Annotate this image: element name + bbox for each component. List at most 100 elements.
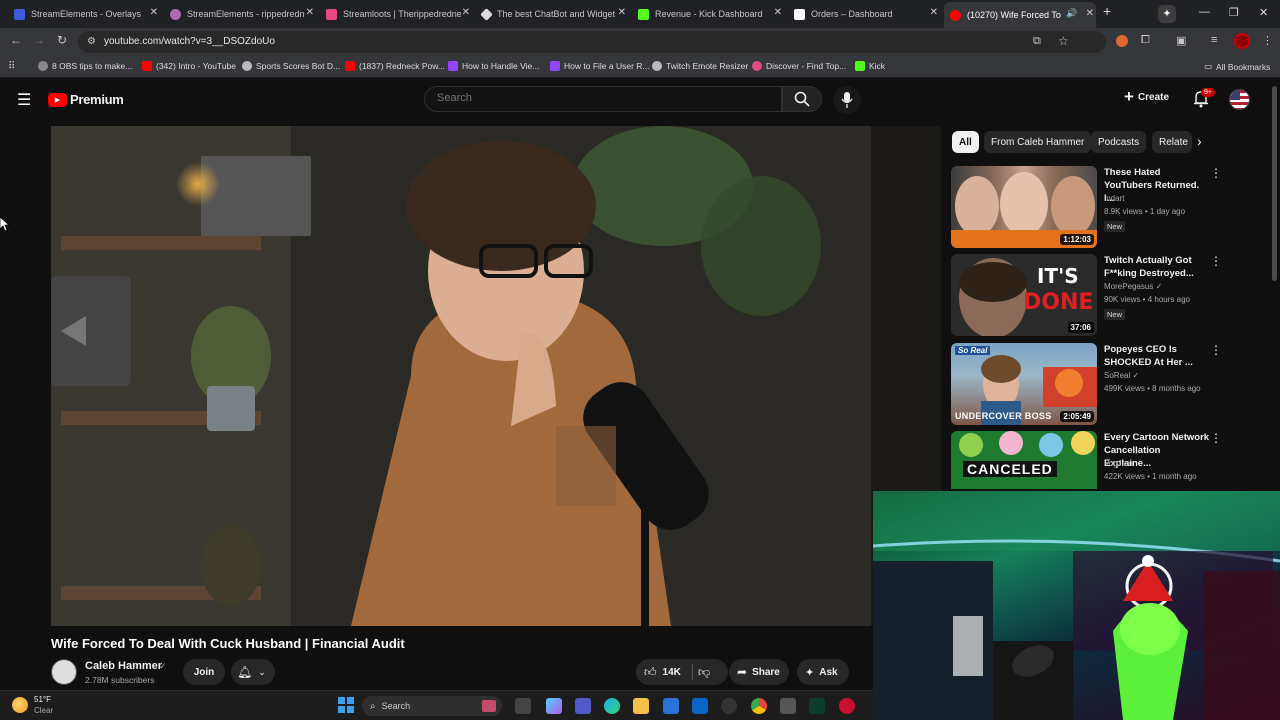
chip-related[interactable]: Relate (1152, 131, 1192, 153)
channel-name[interactable]: Caleb Hammer (85, 660, 162, 672)
bookmark-item[interactable]: Discover - Find Top... (752, 61, 846, 71)
speaker-icon[interactable]: 🔊 (1066, 8, 1077, 19)
chip-all[interactable]: All (952, 131, 979, 153)
share-button[interactable]: ➦ Share (729, 659, 789, 685)
new-tab-icon[interactable]: + (1103, 3, 1111, 19)
app-icon[interactable] (839, 698, 855, 714)
teams-icon[interactable] (575, 698, 591, 714)
recommendation-channel: VogJam (1104, 459, 1133, 468)
restore-icon[interactable]: ❐ (1229, 6, 1239, 19)
close-icon[interactable]: ✕ (774, 7, 782, 18)
back-icon[interactable]: ← (10, 33, 22, 47)
recommendation-item[interactable]: IT'S DONE 37:06 Twitch Actually Got F**k… (951, 254, 1271, 338)
apps-grid-icon[interactable]: ⠿ (8, 61, 15, 72)
gemini-icon[interactable]: ✦ (1158, 5, 1176, 23)
app-icon[interactable] (780, 698, 796, 714)
task-view-icon[interactable] (515, 698, 531, 714)
search-button[interactable] (782, 86, 822, 112)
store-icon[interactable] (663, 698, 679, 714)
browser-tab[interactable]: Revenue - Kick Dashboard ✕ (632, 4, 784, 24)
video-thumbnail[interactable]: So Real UNDERCOVER BOSS 2:05:49 (951, 343, 1097, 425)
browser-tab[interactable]: Orders – Dashboard ✕ (788, 4, 940, 24)
search-input[interactable] (424, 86, 782, 112)
close-icon[interactable]: ✕ (150, 7, 158, 18)
reload-icon[interactable]: ↻ (57, 33, 67, 47)
chrome-icon[interactable] (751, 698, 767, 714)
bookmark-star-icon[interactable]: ☆ (1058, 34, 1069, 48)
recommendation-item[interactable]: 1:12:03 These Hated YouTubers Returned. … (951, 166, 1271, 250)
media-controls-icon[interactable]: ≡ (1211, 34, 1217, 46)
extensions-puzzle-icon[interactable]: ⧠ (1141, 34, 1150, 47)
more-options-icon[interactable]: ⋮ (1210, 166, 1222, 180)
windows-start-icon[interactable] (338, 697, 354, 713)
close-icon[interactable]: ✕ (930, 7, 938, 18)
chip-from-channel[interactable]: From Caleb Hammer (984, 131, 1092, 153)
hamburger-menu-icon[interactable]: ☰ (17, 90, 31, 110)
youtube-logo[interactable]: ▶ Premium (48, 92, 124, 107)
profile-avatar[interactable] (1234, 33, 1250, 49)
close-icon[interactable]: ✕ (618, 7, 626, 18)
file-explorer-icon[interactable] (633, 698, 649, 714)
side-panel-icon[interactable]: ▣ (1176, 34, 1186, 47)
close-icon[interactable]: ✕ (462, 7, 470, 18)
voice-search-button[interactable] (833, 86, 861, 114)
weather-moon-icon[interactable] (12, 697, 28, 713)
channel-avatar[interactable] (51, 659, 77, 685)
more-options-icon[interactable]: ⋮ (1210, 431, 1222, 445)
edge-icon[interactable] (604, 698, 620, 714)
close-window-icon[interactable]: ✕ (1259, 6, 1268, 19)
like-button[interactable]: 👍︎ 14K (644, 665, 681, 680)
video-thumbnail[interactable]: CANCELED (951, 431, 1097, 489)
more-options-icon[interactable]: ⋮ (1210, 343, 1222, 357)
site-info-icon[interactable]: ⚙ (87, 36, 96, 47)
bookmark-item[interactable]: How to File a User R... (550, 61, 650, 71)
video-thumbnail[interactable]: 1:12:03 (951, 166, 1097, 248)
obs-icon[interactable] (721, 698, 737, 714)
bookmark-item[interactable]: Kick (855, 61, 885, 71)
browser-tab[interactable]: StreamElements - Overlays ✕ (8, 4, 160, 24)
more-options-icon[interactable]: ⋮ (1210, 254, 1222, 268)
bookmark-item[interactable]: How to Handle Vie... (448, 61, 539, 71)
taskbar-search[interactable]: ⌕ Search (362, 696, 502, 716)
bookmark-item[interactable]: (1837) Redneck Pow... (345, 61, 445, 71)
video-thumbnail[interactable]: IT'S DONE 37:06 (951, 254, 1097, 336)
search-field[interactable] (425, 87, 765, 104)
thumbs-down-icon[interactable]: 👎︎ (698, 665, 710, 680)
account-avatar[interactable] (1229, 89, 1250, 110)
browser-tab[interactable]: StreamElements - rippedredne ✕ (164, 4, 316, 24)
chip-podcasts[interactable]: Podcasts (1091, 131, 1147, 153)
copilot-icon[interactable] (546, 698, 562, 714)
ask-button[interactable]: ✦ Ask (797, 659, 849, 685)
create-button[interactable]: + Create (1124, 88, 1169, 105)
outlook-icon[interactable] (692, 698, 708, 714)
video-player[interactable] (51, 126, 941, 626)
video-duration: 2:05:49 (1060, 411, 1094, 422)
install-app-icon[interactable]: ⧉ (1033, 35, 1041, 48)
notifications-button[interactable]: 9+ (1193, 88, 1215, 113)
close-icon[interactable]: ✕ (1086, 8, 1094, 19)
bookmark-item[interactable]: 8 OBS tips to make... (38, 61, 132, 71)
bookmarks-bar: ⠿ 8 OBS tips to make... (342) Intro - Yo… (0, 56, 1280, 78)
bookmark-item[interactable]: Twitch Emote Resizer (652, 61, 748, 71)
all-bookmarks-button[interactable]: ▭ All Bookmarks (1204, 61, 1270, 72)
browser-tab[interactable]: Streamloots | Therippedredne ✕ (320, 4, 472, 24)
forward-icon[interactable]: → (33, 33, 45, 47)
address-bar[interactable]: ⚙ youtube.com/watch?v=3__DSOZdoUo ⧉ ☆ (78, 31, 1106, 53)
browser-tab-active[interactable]: (10270) Wife Forced To De 🔊 ✕ (944, 2, 1096, 28)
twitch-icon (550, 61, 560, 71)
bookmark-item[interactable]: (342) Intro - YouTube (142, 61, 236, 71)
recommendation-item[interactable]: CANCELED Every Cartoon Network Cancellat… (951, 431, 1271, 489)
extension-icon[interactable] (1116, 35, 1128, 47)
subscribed-button[interactable]: 🔔︎ ⌄ (231, 659, 275, 685)
recommendation-item[interactable]: So Real UNDERCOVER BOSS 2:05:49 Popeyes … (951, 343, 1271, 427)
globe-icon (242, 61, 252, 71)
close-icon[interactable]: ✕ (306, 7, 314, 18)
page-scrollbar[interactable] (1272, 86, 1277, 281)
browser-tab[interactable]: The best ChatBot and Widgets ✕ (476, 4, 628, 24)
chevron-right-icon[interactable]: › (1197, 133, 1202, 149)
terminal-icon[interactable] (809, 698, 825, 714)
bookmark-item[interactable]: Sports Scores Bot D... (242, 61, 340, 71)
minimize-icon[interactable]: — (1199, 6, 1210, 18)
join-button[interactable]: Join (183, 659, 225, 685)
browser-menu-icon[interactable]: ⋮ (1262, 34, 1273, 47)
